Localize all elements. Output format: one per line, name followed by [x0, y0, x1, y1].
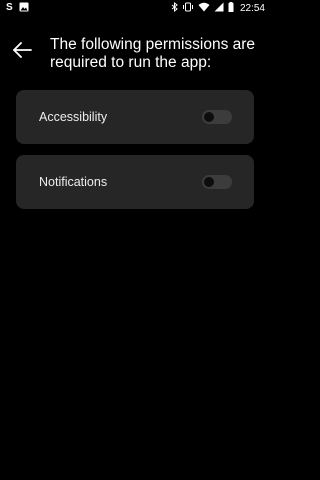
header: The following permissions are required t… [0, 30, 270, 74]
permission-label-notifications: Notifications [39, 175, 108, 189]
status-bar: S 22:54 [0, 0, 270, 16]
back-button[interactable] [8, 38, 36, 66]
permission-label-accessibility: Accessibility [39, 110, 108, 124]
vibrate-icon [182, 2, 194, 15]
arrow-back-icon [12, 41, 32, 63]
toggle-knob [204, 112, 214, 122]
accessibility-toggle[interactable] [202, 110, 232, 124]
s-app-icon: S [6, 2, 13, 13]
page-title: The following permissions are required t… [50, 36, 256, 71]
wifi-icon [198, 2, 210, 15]
bluetooth-icon [171, 1, 178, 15]
permission-card-notifications[interactable]: Notifications [16, 155, 254, 209]
image-icon [19, 2, 29, 15]
battery-icon [228, 1, 234, 15]
permission-card-accessibility[interactable]: Accessibility [16, 90, 254, 144]
signal-icon [214, 2, 224, 15]
status-time: 22:54 [239, 2, 265, 14]
status-bar-right: 22:54 [171, 1, 265, 15]
status-bar-left: S [6, 2, 29, 15]
toggle-knob [204, 177, 214, 187]
notifications-toggle[interactable] [202, 175, 232, 189]
